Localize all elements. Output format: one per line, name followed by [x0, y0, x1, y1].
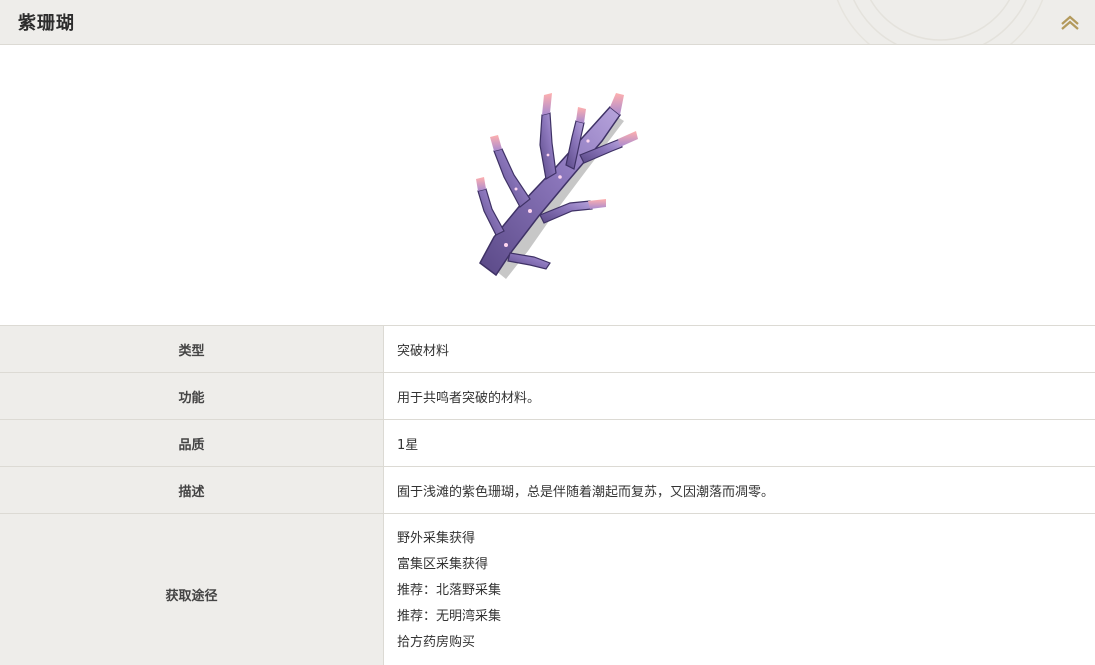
purple-coral-image	[476, 93, 638, 279]
info-value: 1星	[397, 437, 419, 453]
info-row-description: 描述 囿于浅滩的紫色珊瑚，总是伴随着潮起而复苏，又因潮落而凋零。	[0, 467, 1095, 514]
source-item: 推荐：无明湾采集	[397, 609, 502, 624]
source-item: 野外采集获得	[397, 531, 476, 546]
info-row-quality: 品质 1星	[0, 420, 1095, 467]
section-title: 紫珊瑚	[18, 13, 75, 34]
info-label: 功能	[0, 373, 384, 419]
info-row-function: 功能 用于共鸣者突破的材料。	[0, 373, 1095, 420]
info-value: 突破材料	[397, 343, 450, 359]
source-item: 富集区采集获得	[397, 557, 489, 572]
info-value: 用于共鸣者突破的材料。	[397, 390, 541, 406]
info-label: 获取途径	[0, 514, 384, 665]
decorative-arcs	[836, 0, 1044, 44]
info-value: 囿于浅滩的紫色珊瑚，总是伴随着潮起而复苏，又因潮落而凋零。	[397, 484, 775, 500]
info-row-type: 类型 突破材料	[0, 326, 1095, 373]
collapse-button[interactable]	[1057, 12, 1083, 32]
info-label: 描述	[0, 467, 384, 513]
info-label: 品质	[0, 420, 384, 466]
section-header: 紫珊瑚	[0, 0, 1095, 45]
item-info-table: 类型 突破材料 功能 用于共鸣者突破的材料。 品质 1星 描述 囿于浅滩的紫色珊…	[0, 325, 1095, 665]
source-item: 推荐：北落野采集	[397, 583, 502, 598]
source-item: 拾方药房购买	[397, 635, 476, 650]
info-row-sources: 获取途径 野外采集获得 富集区采集获得 推荐：北落野采集 推荐：无明湾采集 拾方…	[0, 514, 1095, 665]
info-label: 类型	[0, 326, 384, 372]
sources-list: 野外采集获得 富集区采集获得 推荐：北落野采集 推荐：无明湾采集 拾方药房购买	[385, 514, 1095, 665]
chevron-up-icon	[1061, 15, 1079, 30]
item-image-area	[0, 45, 1095, 325]
